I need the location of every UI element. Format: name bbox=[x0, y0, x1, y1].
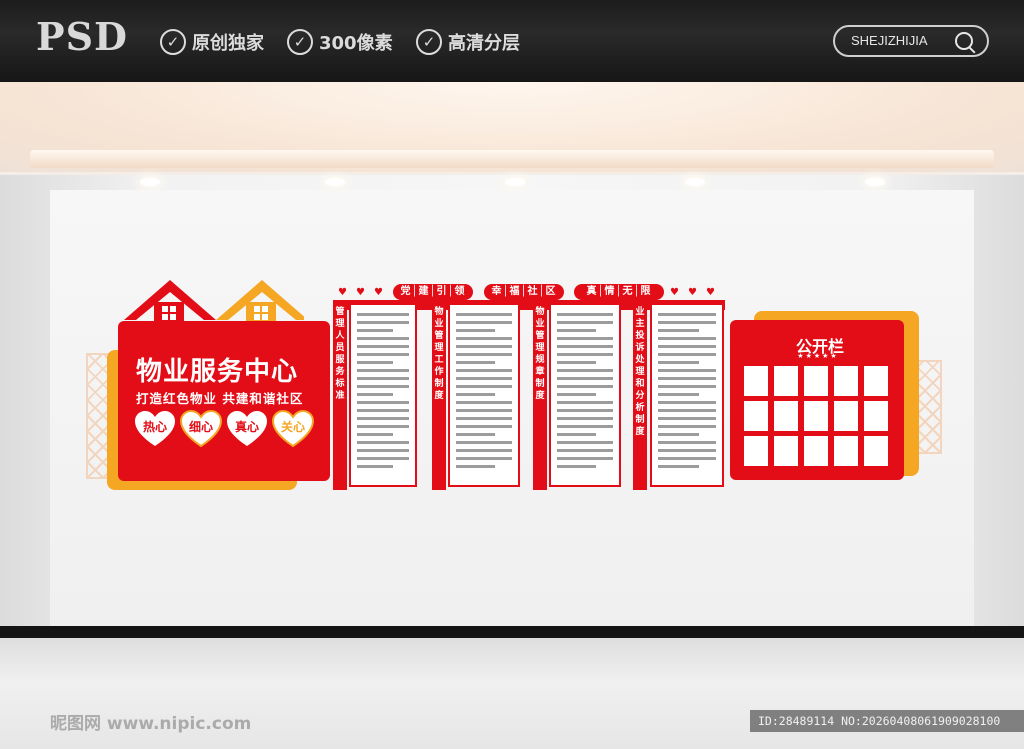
board-photo-slot bbox=[804, 401, 828, 431]
feature-original: ✓ 原创独家 bbox=[160, 28, 264, 56]
feature-label: 高清分层 bbox=[448, 33, 520, 54]
main-title: 物业服务中心 bbox=[136, 357, 299, 387]
spotlight bbox=[505, 178, 525, 186]
house-roofs-icon bbox=[124, 280, 304, 324]
check-icon: ✓ bbox=[287, 29, 313, 55]
heart-badge: 真心 bbox=[226, 410, 268, 448]
board-photo-slot bbox=[834, 366, 858, 396]
baseboard bbox=[0, 626, 1024, 638]
text-card bbox=[650, 303, 724, 487]
pill-label: 党│建│引│领 bbox=[393, 284, 473, 300]
board-photo-slot bbox=[744, 401, 768, 431]
heart-icon: ♥ bbox=[688, 287, 697, 298]
watermark-id: ID:28489114 NO:20260408061909028100 bbox=[750, 710, 1024, 732]
watermark-left: 昵图网 www.nipic.com bbox=[50, 714, 252, 734]
board-photo-slot bbox=[744, 436, 768, 466]
column-title: 管理人员服务标准 bbox=[335, 307, 345, 401]
spotlight bbox=[865, 178, 885, 186]
check-icon: ✓ bbox=[160, 29, 186, 55]
text-card bbox=[349, 303, 417, 487]
pill-label: 幸│福│社│区 bbox=[484, 284, 564, 300]
column-title: 业主投诉处理和分析制度 bbox=[635, 307, 645, 437]
column-title: 物业管理规章制度 bbox=[535, 307, 545, 401]
heart-icon: ♥ bbox=[374, 287, 383, 298]
psd-logo: PSD bbox=[36, 14, 128, 59]
board-photo-slot bbox=[774, 436, 798, 466]
spotlight bbox=[325, 178, 345, 186]
search-label: SHEJIZHIJIA bbox=[851, 33, 928, 48]
text-card bbox=[549, 303, 621, 487]
heart-badge: 关心 bbox=[272, 410, 314, 448]
feature-label: 原创独家 bbox=[192, 33, 264, 54]
spotlight bbox=[140, 178, 160, 186]
heart-label: 真心 bbox=[234, 420, 259, 434]
board-stars: ★★★★★ bbox=[797, 352, 839, 360]
column-title: 物业管理工作制度 bbox=[434, 307, 444, 401]
board-photo-slot bbox=[834, 401, 858, 431]
pill-label: 真│情│无│限 bbox=[574, 284, 664, 300]
heart-badge: 热心 bbox=[134, 410, 176, 448]
heart-icon: ♥ bbox=[670, 287, 679, 298]
heart-icon: ♥ bbox=[356, 287, 365, 298]
search-box[interactable]: SHEJIZHIJIA bbox=[833, 25, 989, 57]
board-photo-slot bbox=[834, 436, 858, 466]
heart-icon: ♥ bbox=[706, 287, 715, 298]
heart-label: 关心 bbox=[280, 420, 305, 434]
check-icon: ✓ bbox=[416, 29, 442, 55]
top-banner: PSD ✓ 原创独家 ✓ 300像素 ✓ 高清分层 SHEJIZHIJIA bbox=[0, 0, 1024, 82]
spotlight bbox=[685, 178, 705, 186]
main-subtitle: 打造红色物业 共建和谐社区 bbox=[136, 391, 304, 406]
board-photo-slot bbox=[804, 436, 828, 466]
heart-label: 细心 bbox=[188, 420, 213, 434]
board-photo-slot bbox=[864, 401, 888, 431]
board-photo-slot bbox=[744, 366, 768, 396]
heart-badge: 细心 bbox=[180, 410, 222, 448]
board-photo-slot bbox=[804, 366, 828, 396]
heart-label: 热心 bbox=[142, 420, 167, 434]
board-photo-slot bbox=[774, 366, 798, 396]
text-card bbox=[448, 303, 520, 487]
feature-resolution: ✓ 300像素 bbox=[287, 28, 393, 56]
feature-label: 300像素 bbox=[319, 33, 393, 54]
cove-light bbox=[30, 150, 994, 168]
board-photo-slot bbox=[774, 401, 798, 431]
board-photo-slot bbox=[864, 366, 888, 396]
heart-icon: ♥ bbox=[338, 287, 347, 298]
feature-layered: ✓ 高清分层 bbox=[416, 28, 520, 56]
search-icon[interactable] bbox=[955, 32, 973, 50]
board-photo-slot bbox=[864, 436, 888, 466]
